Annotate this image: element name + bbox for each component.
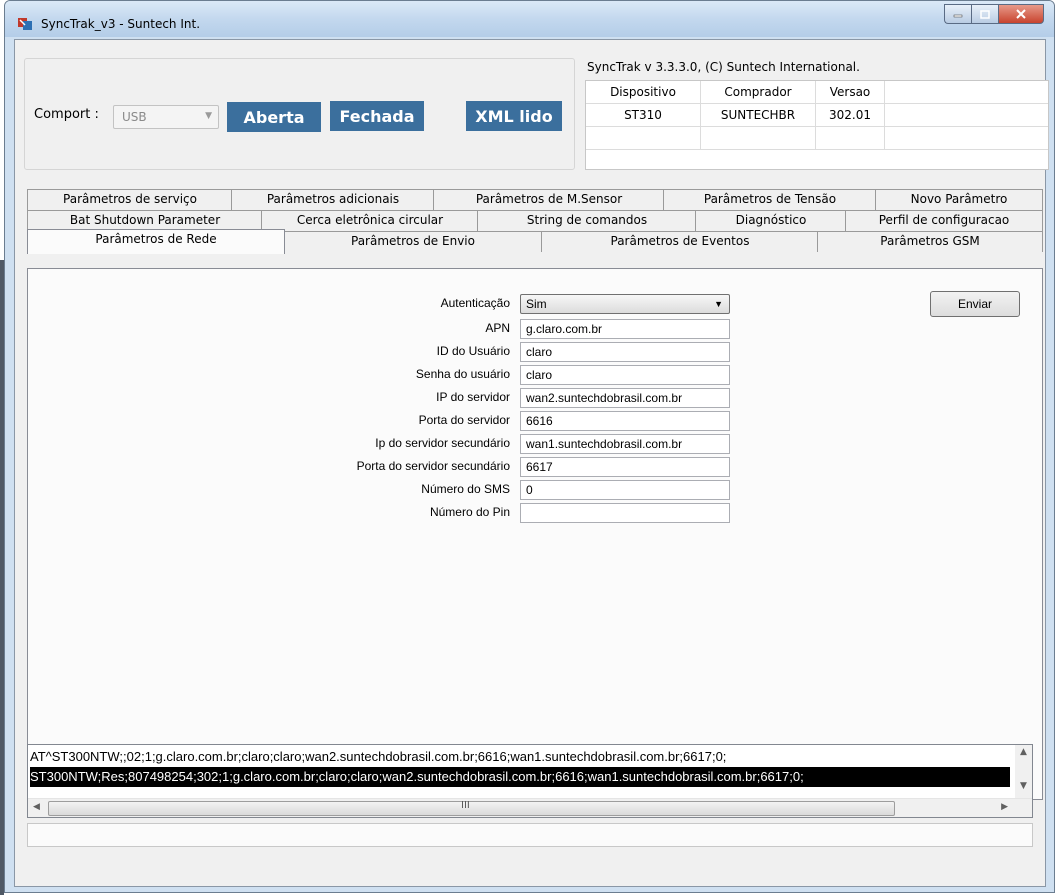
cell-versao: 302.01 [816,104,885,126]
empty-cell [701,127,816,149]
auth-label: Autenticação [440,296,510,310]
scroll-right-icon[interactable]: ▶ [1001,802,1008,812]
header-versao: Versao [816,81,885,103]
scroll-down-icon[interactable]: ▼ [1020,781,1027,791]
tab-parametros-envio[interactable]: Parâmetros de Envio [283,231,543,252]
close-port-button[interactable]: Fechada [330,101,424,131]
log-line-selected[interactable]: ST300NTW;Res;807498254;302;1;g.claro.com… [30,767,1010,787]
apn-field[interactable]: g.claro.com.br [520,319,730,339]
tab-parametros-msensor[interactable]: Parâmetros de M.Sensor [433,189,665,210]
user-id-label: ID do Usuário [436,344,510,358]
tab-parametros-rede[interactable]: Parâmetros de Rede [27,229,285,254]
horizontal-scrollbar[interactable]: ◀ III ▶ [28,798,1032,817]
tab-parametros-eventos[interactable]: Parâmetros de Eventos [541,231,819,252]
server-port-field[interactable]: 6616 [520,411,730,431]
empty-cell [586,127,701,149]
cell-dispositivo: ST310 [586,104,701,126]
vertical-scrollbar[interactable]: ▲ ▼ [1015,745,1032,798]
tab-bat-shutdown[interactable]: Bat Shutdown Parameter [27,210,263,231]
cell-comprador: SUNTECHBR [701,104,816,126]
send-button[interactable]: Enviar [930,291,1020,317]
chevron-down-icon: ▼ [714,299,723,309]
scroll-up-icon[interactable]: ▲ [1020,747,1027,757]
scroll-left-icon[interactable]: ◀ [33,802,40,812]
secondary-server-ip-field[interactable]: wan1.suntechdobrasil.com.br [520,434,730,454]
maximize-button[interactable] [971,4,998,24]
tab-parametros-gsm[interactable]: Parâmetros GSM [817,231,1043,252]
chevron-down-icon: ▼ [205,111,212,121]
scroll-grip: III [461,800,470,811]
maximize-icon [980,9,990,19]
network-params-page: Autenticação Sim ▼ APN g.claro.com.br ID… [27,268,1043,800]
device-table-header: Dispositivo Comprador Versao [586,81,1048,104]
sms-number-label: Número do SMS [421,482,510,496]
minimize-icon [953,14,963,18]
close-icon [1016,9,1026,19]
close-button[interactable] [998,4,1044,24]
user-password-label: Senha do usuário [415,367,510,381]
minimize-button[interactable] [944,4,971,24]
app-icon [18,18,32,30]
version-info: SyncTrak v 3.3.3.0, (C) Suntech Internat… [587,60,860,74]
tab-parametros-adicionais[interactable]: Parâmetros adicionais [231,189,435,210]
server-ip-label: IP do servidor [436,390,510,404]
empty-cell [816,127,885,149]
window-title: SyncTrak_v3 - Suntech Int. [41,17,201,31]
title-bar[interactable]: SyncTrak_v3 - Suntech Int. [5,1,1054,37]
sms-number-field[interactable]: 0 [520,480,730,500]
server-port-label: Porta do servidor [418,413,510,427]
pin-number-field[interactable] [520,503,730,523]
apn-label: APN [485,321,510,335]
secondary-server-ip-label: Ip do servidor secundário [375,436,510,450]
horizontal-scroll-thumb[interactable]: III [48,800,895,816]
header-dispositivo: Dispositivo [586,81,701,103]
comport-select[interactable]: USB ▼ [113,105,219,129]
tab-novo-parametro[interactable]: Novo Parâmetro [875,189,1043,210]
tab-diagnostico[interactable]: Diagnóstico [695,210,847,231]
connection-panel: Comport : USB ▼ Aberta Fechada XML lido [24,58,575,170]
command-log[interactable]: AT^ST300NTW;;02;1;g.claro.com.br;claro;c… [27,744,1033,818]
tab-perfil-configuracao[interactable]: Perfil de configuracao [845,210,1043,231]
device-table: Dispositivo Comprador Versao ST310 SUNTE… [585,80,1049,170]
tab-string-comandos[interactable]: String de comandos [477,210,697,231]
tab-parametros-tensao[interactable]: Parâmetros de Tensão [663,189,877,210]
open-button[interactable]: Aberta [227,102,321,132]
table-row-empty [586,127,1048,150]
user-id-field[interactable]: claro [520,342,730,362]
server-ip-field[interactable]: wan2.suntechdobrasil.com.br [520,388,730,408]
tab-parametros-servico[interactable]: Parâmetros de serviço [27,189,233,210]
user-password-field[interactable]: claro [520,365,730,385]
comport-value: USB [122,110,147,124]
log-line[interactable]: AT^ST300NTW;;02;1;g.claro.com.br;claro;c… [30,747,1010,767]
pin-number-label: Número do Pin [429,505,510,519]
tab-cerca-eletronica[interactable]: Cerca eletrônica circular [261,210,479,231]
status-bar [27,823,1033,847]
header-comprador: Comprador [701,81,816,103]
table-row[interactable]: ST310 SUNTECHBR 302.01 [586,104,1048,127]
caption-buttons [944,4,1044,24]
client-area: Comport : USB ▼ Aberta Fechada XML lido … [14,39,1049,887]
app-window: SyncTrak_v3 - Suntech Int. Comport : USB… [4,0,1055,893]
secondary-server-port-field[interactable]: 6617 [520,457,730,477]
auth-value: Sim [526,297,547,311]
auth-select[interactable]: Sim ▼ [520,294,730,314]
xml-read-button[interactable]: XML lido [466,101,562,131]
secondary-server-port-label: Porta do servidor secundário [356,459,510,473]
comport-label: Comport : [34,107,99,122]
